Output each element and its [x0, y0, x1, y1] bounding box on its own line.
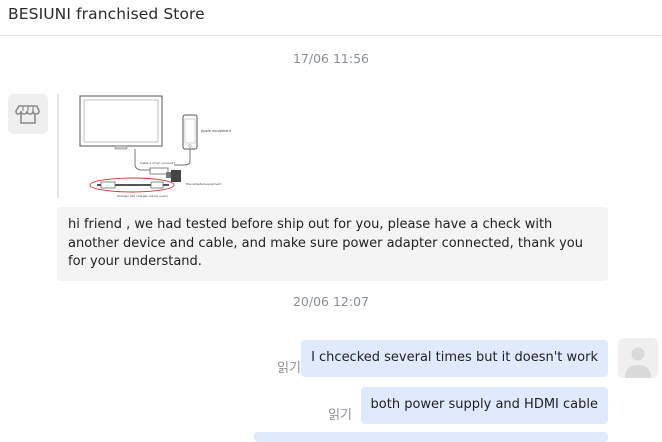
outgoing-message[interactable]: both power supply and HDMI cable — [360, 387, 608, 424]
read-status: 읽기 — [277, 361, 301, 376]
read-status: 읽기 — [328, 408, 352, 423]
phone-label: Apple equipment — [201, 129, 232, 133]
timestamp: 17/06 11:56 — [292, 51, 370, 66]
user-silhouette-icon — [618, 338, 658, 378]
connection-diagram: Apple equipment Cable 1 (from yourself) … — [57, 94, 232, 198]
adapter-label: this adapter/equipment — [186, 182, 222, 186]
user-avatar[interactable] — [618, 338, 658, 378]
incoming-message[interactable]: hi friend , we had tested before ship ou… — [57, 207, 608, 281]
chat-header: BESIUNI franchised Store — [0, 0, 662, 36]
charger-label: Charger (No charger not be used) — [117, 194, 168, 198]
store-icon — [8, 94, 48, 134]
store-name: BESIUNI franchised Store — [8, 5, 205, 23]
cable-label: Cable 1 (from yourself) — [140, 161, 175, 165]
outgoing-message[interactable]: I chcecked several times but it doesn't … — [301, 340, 608, 377]
store-avatar[interactable] — [8, 94, 48, 134]
timestamp: 20/06 12:07 — [292, 294, 370, 309]
product-diagram-image[interactable]: Apple equipment Cable 1 (from yourself) … — [57, 92, 257, 200]
